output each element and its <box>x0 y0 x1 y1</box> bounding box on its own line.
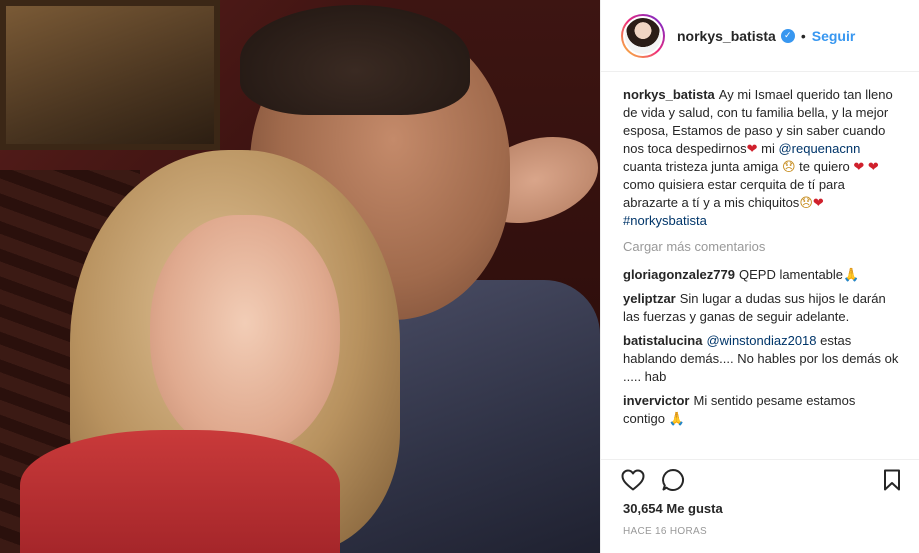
caption-text-3: cuanta tristeza junta amiga <box>623 159 782 174</box>
sad-face-icon: 😞 <box>799 195 813 210</box>
speech-bubble-icon[interactable] <box>661 468 685 492</box>
caption-text-2: mi <box>757 141 779 156</box>
caption-mention-link[interactable]: @requenacnn <box>778 141 860 156</box>
praying-hands-icon: 🙏 <box>843 267 860 282</box>
comment-item: invervictor Mi sentido pesame estamos con… <box>623 392 899 428</box>
caption-username[interactable]: norkys_batista <box>623 87 715 102</box>
post-side-panel: norkys_batista ✓ • Seguir norkys_batista… <box>600 0 919 553</box>
action-bar <box>601 459 919 499</box>
avatar[interactable] <box>623 15 663 56</box>
comment-username[interactable]: yeliptzar <box>623 291 676 306</box>
post-photo[interactable] <box>0 0 600 553</box>
comment-username[interactable]: gloriagonzalez779 <box>623 267 735 282</box>
comment-username[interactable]: batistalucina <box>623 333 702 348</box>
comment-mention-link[interactable]: @winstondiaz2018 <box>706 333 816 348</box>
comment-item: yeliptzar Sin lugar a dudas sus hijos le … <box>623 290 899 326</box>
follow-button[interactable]: Seguir <box>812 28 856 44</box>
post-timestamp[interactable]: HACE 16 HORAS <box>601 516 919 553</box>
caption-text-4: te quiero <box>795 159 854 174</box>
praying-hands-icon: 🙏 <box>668 411 685 426</box>
comment-text: QEPD lamentable <box>738 267 844 282</box>
heart-outline-icon[interactable] <box>621 469 645 491</box>
woman-red-top <box>20 430 340 553</box>
background-painting <box>0 0 220 150</box>
comment-item: gloriagonzalez779 QEPD lamentable🙏 <box>623 266 899 284</box>
woman-face <box>150 215 340 455</box>
caption: norkys_batista Ay mi Ismael querido tan l… <box>623 86 899 230</box>
comment-item: batistalucina @winstondiaz2018 estas habl… <box>623 332 899 386</box>
header-username[interactable]: norkys_batista <box>677 28 776 44</box>
sad-face-icon: 😞 <box>781 159 796 174</box>
load-more-comments-button[interactable]: Cargar más comentarios <box>623 238 899 256</box>
likes-count[interactable]: 30,654 Me gusta <box>601 499 919 516</box>
comments-section: norkys_batista Ay mi Ismael querido tan l… <box>601 72 919 459</box>
separator-dot: • <box>800 27 806 44</box>
red-heart-icon: ❤ <box>746 141 758 156</box>
comment-username[interactable]: invervictor <box>623 393 689 408</box>
bookmark-icon[interactable] <box>883 469 901 491</box>
story-ring[interactable] <box>621 13 665 58</box>
red-heart-icon: ❤ <box>812 195 824 210</box>
caption-hashtag-link[interactable]: #norkysbatista <box>623 213 707 228</box>
post-header: norkys_batista ✓ • Seguir <box>601 0 919 72</box>
man-hair <box>240 5 470 115</box>
red-hearts-icon: ❤ ❤ <box>853 159 879 174</box>
verified-badge-icon: ✓ <box>780 28 795 43</box>
instagram-post: norkys_batista ✓ • Seguir norkys_batista… <box>0 0 919 553</box>
